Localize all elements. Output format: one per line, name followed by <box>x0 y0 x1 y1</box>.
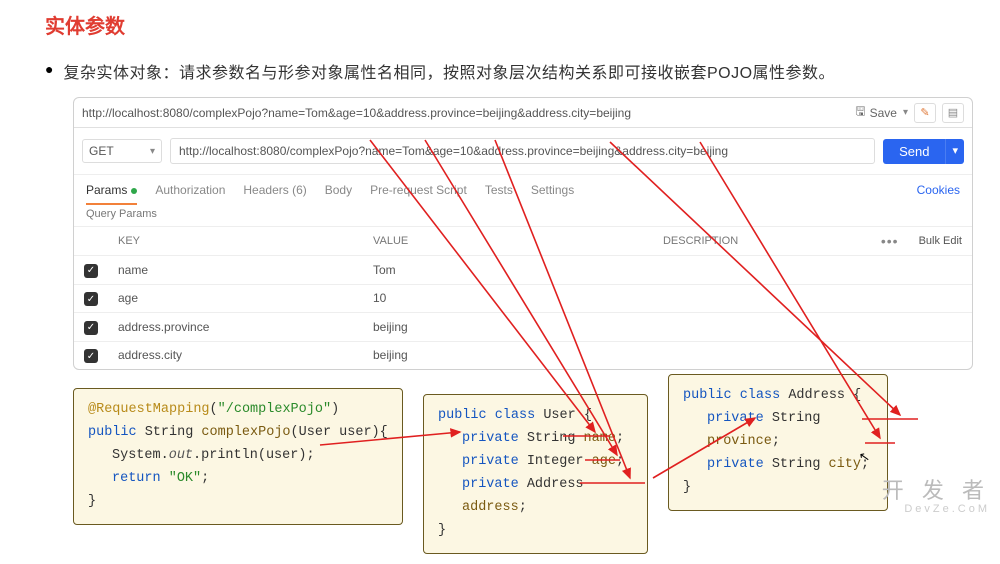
param-key[interactable]: address.province <box>108 313 363 342</box>
checkbox[interactable]: ✓ <box>84 349 98 363</box>
param-key[interactable]: address.city <box>108 341 363 369</box>
table-row: ✓ address.city beijing <box>74 341 972 369</box>
param-value[interactable]: beijing <box>363 313 653 342</box>
save-button[interactable]: 🖫 Save ▾ <box>855 102 908 123</box>
bullet-item: ● 复杂实体对象：请求参数名与形参对象属性名相同，按照对象层次结构关系即可接收嵌… <box>45 59 955 83</box>
param-value[interactable]: Tom <box>363 256 653 285</box>
tab-authorization[interactable]: Authorization <box>155 179 225 205</box>
bulk-edit-link[interactable]: Bulk Edit <box>919 235 962 247</box>
tab-params[interactable]: Params <box>86 179 137 205</box>
checkbox[interactable]: ✓ <box>84 264 98 278</box>
bullet-dot: ● <box>45 61 53 77</box>
tab-tests[interactable]: Tests <box>485 179 513 205</box>
param-key[interactable]: name <box>108 256 363 285</box>
url-input[interactable]: http://localhost:8080/complexPojo?name=T… <box>170 138 875 164</box>
tab-pre-request-script[interactable]: Pre-request Script <box>370 179 467 205</box>
table-row: ✓ age 10 <box>74 284 972 313</box>
save-label: Save <box>870 106 897 120</box>
checkbox[interactable]: ✓ <box>84 292 98 306</box>
section-title: 实体参数 <box>45 10 955 39</box>
code-user-class: public class User { private String name;… <box>423 394 648 554</box>
table-row: ✓ address.province beijing <box>74 313 972 342</box>
request-title-url: http://localhost:8080/complexPojo?name=T… <box>82 106 855 120</box>
send-dropdown[interactable]: ▾ <box>945 139 964 164</box>
cookies-link[interactable]: Cookies <box>917 179 960 205</box>
chevron-down-icon: ▾ <box>903 107 908 118</box>
edit-icon[interactable]: ✎ <box>914 103 936 123</box>
watermark: 开 发 者 DevZe.CoM <box>882 473 990 515</box>
tab-body[interactable]: Body <box>325 179 352 205</box>
param-value[interactable]: 10 <box>363 284 653 313</box>
more-icon[interactable]: ••• <box>881 233 899 249</box>
param-value[interactable]: beijing <box>363 341 653 369</box>
col-key: KEY <box>108 227 363 256</box>
postman-panel: http://localhost:8080/complexPojo?name=T… <box>73 97 973 370</box>
tab-settings[interactable]: Settings <box>531 179 574 205</box>
tab-headers[interactable]: Headers (6) <box>243 179 306 205</box>
table-row: ✓ name Tom <box>74 256 972 285</box>
params-table: KEY VALUE DESCRIPTION ••• Bulk Edit ✓ na… <box>74 226 972 369</box>
code-controller: @RequestMapping("/complexPojo") public S… <box>73 388 403 525</box>
send-button[interactable]: Send <box>883 139 945 164</box>
bullet-text: 复杂实体对象：请求参数名与形参对象属性名相同，按照对象层次结构关系即可接收嵌套P… <box>63 59 835 83</box>
col-value: VALUE <box>363 227 653 256</box>
query-params-label: Query Params <box>74 205 972 226</box>
chevron-down-icon: ▾ <box>150 146 155 157</box>
code-address-class: public class Address { private String pr… <box>668 374 888 511</box>
save-icon: 🖫 <box>855 102 865 123</box>
col-description: DESCRIPTION <box>653 227 871 256</box>
comment-icon[interactable]: ▤ <box>942 103 964 123</box>
method-value: GET <box>89 144 114 158</box>
method-select[interactable]: GET ▾ <box>82 139 162 163</box>
param-key[interactable]: age <box>108 284 363 313</box>
checkbox[interactable]: ✓ <box>84 321 98 335</box>
